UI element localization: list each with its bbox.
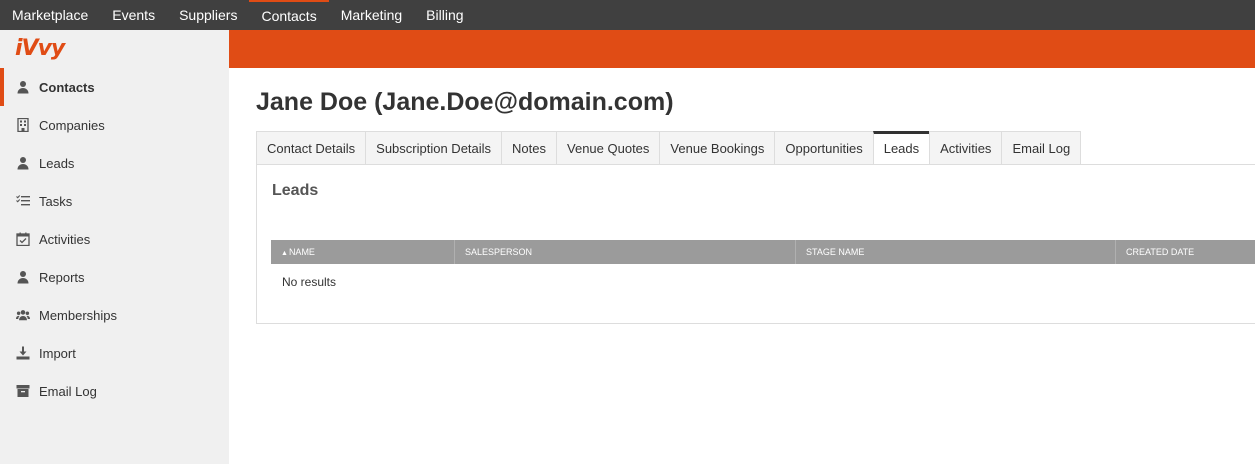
sidebar-item-contacts[interactable]: Contacts <box>0 68 229 106</box>
tab-notes[interactable]: Notes <box>501 131 557 165</box>
sidebar-item-reports[interactable]: Reports <box>0 258 229 296</box>
empty-results-message: No results <box>282 275 337 289</box>
ivvy-logo[interactable]: iVvy <box>0 30 229 68</box>
topnav-marketing[interactable]: Marketing <box>329 0 414 30</box>
sidebar-item-email-log[interactable]: Email Log <box>0 372 229 410</box>
sidebar-item-label: Tasks <box>39 193 73 209</box>
sidebar-item-companies[interactable]: Companies <box>0 106 229 144</box>
column-header-salesperson[interactable]: SALESPERSON <box>455 240 796 264</box>
sidebar-item-label: Activities <box>39 231 91 247</box>
page-title: Jane Doe (Jane.Doe@domain.com) <box>256 88 674 116</box>
tab-venue-bookings[interactable]: Venue Bookings <box>659 131 775 165</box>
logo-text: iVvy <box>15 36 65 61</box>
sidebar-item-label: Leads <box>39 155 75 171</box>
contact-tabs: Contact Details Subscription Details Not… <box>256 131 1082 165</box>
section-title: Leads <box>272 182 319 199</box>
topnav-marketplace[interactable]: Marketplace <box>0 0 100 30</box>
sidebar-item-label: Companies <box>39 117 105 133</box>
tab-opportunities[interactable]: Opportunities <box>774 131 873 165</box>
sidebar-item-import[interactable]: Import <box>0 334 229 372</box>
person-icon <box>16 80 30 94</box>
sidebar-item-label: Memberships <box>39 307 118 323</box>
main-content: Jane Doe (Jane.Doe@domain.com) Contact D… <box>229 68 1255 464</box>
leads-panel: Leads ▲NAME SALESPERSON STAGE NAME CREAT… <box>256 164 1255 324</box>
leads-table-header: ▲NAME SALESPERSON STAGE NAME CREATED DAT… <box>271 240 1255 264</box>
users-icon <box>16 308 30 322</box>
sidebar-item-tasks[interactable]: Tasks <box>0 182 229 220</box>
tab-leads[interactable]: Leads <box>872 131 930 165</box>
column-header-created-date[interactable]: CREATED DATE <box>1116 240 1255 264</box>
sidebar-item-leads[interactable]: Leads <box>0 144 229 182</box>
calendar-check-icon <box>16 232 30 246</box>
tab-contact-details[interactable]: Contact Details <box>256 131 366 165</box>
tab-venue-quotes[interactable]: Venue Quotes <box>556 131 660 165</box>
topnav-contacts[interactable]: Contacts <box>249 0 329 30</box>
sidebar: iVvy Contacts Companies Leads Tasks Acti… <box>0 30 229 464</box>
sidebar-item-label: Reports <box>39 269 85 285</box>
archive-icon <box>16 384 30 398</box>
building-icon <box>16 118 30 132</box>
column-label: STAGE NAME <box>806 247 865 257</box>
top-navigation: Marketplace Events Suppliers Contacts Ma… <box>0 0 1255 30</box>
column-label: NAME <box>288 247 315 257</box>
tab-email-log[interactable]: Email Log <box>1001 131 1082 165</box>
sidebar-item-label: Contacts <box>39 79 95 95</box>
person-icon <box>16 270 30 284</box>
column-label: CREATED DATE <box>1126 247 1195 257</box>
topnav-suppliers[interactable]: Suppliers <box>167 0 249 30</box>
topnav-events[interactable]: Events <box>100 0 167 30</box>
download-icon <box>16 346 30 360</box>
checklist-icon <box>16 194 30 208</box>
tab-subscription-details[interactable]: Subscription Details <box>365 131 502 165</box>
sidebar-item-activities[interactable]: Activities <box>0 220 229 258</box>
topnav-billing[interactable]: Billing <box>414 0 475 30</box>
column-label: SALESPERSON <box>465 247 533 257</box>
sidebar-item-label: Email Log <box>39 383 97 399</box>
header-banner <box>229 30 1255 68</box>
column-header-stage-name[interactable]: STAGE NAME <box>796 240 1116 264</box>
sidebar-item-memberships[interactable]: Memberships <box>0 296 229 334</box>
sidebar-item-label: Import <box>39 345 76 361</box>
sort-ascending-icon: ▲ <box>281 250 288 257</box>
tab-activities[interactable]: Activities <box>929 131 1002 165</box>
person-icon <box>16 156 30 170</box>
column-header-name[interactable]: ▲NAME <box>271 240 455 264</box>
